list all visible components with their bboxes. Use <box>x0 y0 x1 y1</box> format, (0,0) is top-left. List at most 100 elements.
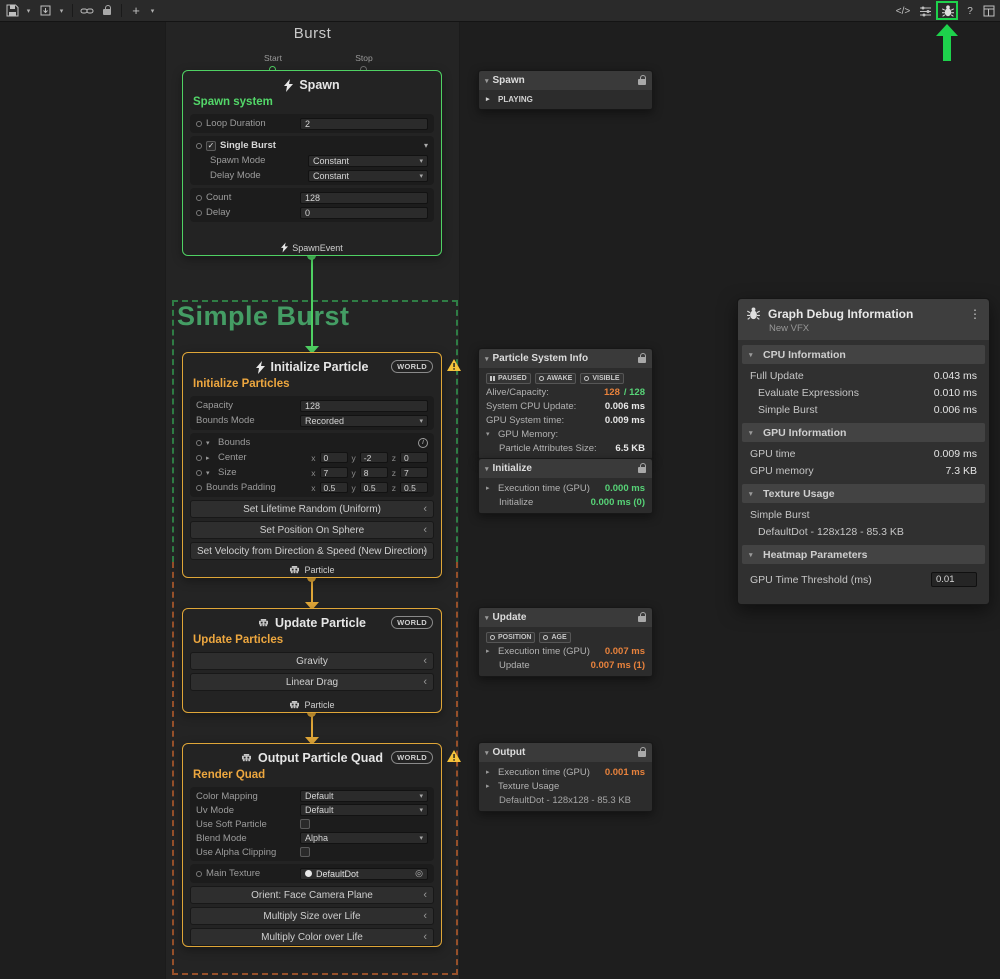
foldout-open-icon[interactable]: ▾ <box>485 749 489 757</box>
foldout-open-icon[interactable]: ▾ <box>206 439 214 447</box>
count-field[interactable]: 128 <box>300 192 428 204</box>
info-icon[interactable]: i <box>418 438 428 448</box>
capacity-field[interactable]: 128 <box>300 400 428 412</box>
foldout-closed-icon[interactable]: ▸ <box>486 484 494 492</box>
output-panel-header[interactable]: ▾ Output <box>479 743 652 762</box>
size-y-field[interactable]: 8 <box>360 467 388 478</box>
update-node-header[interactable]: Update Particle WORLD <box>183 609 441 631</box>
delay-mode-dropdown[interactable]: Constant▾ <box>308 170 428 182</box>
delay-port[interactable] <box>196 210 202 216</box>
world-space-badge[interactable]: WORLD <box>391 751 433 764</box>
foldout-open-icon[interactable]: ▾ <box>749 490 757 498</box>
center-y-field[interactable]: -2 <box>360 452 388 463</box>
world-space-badge[interactable]: WORLD <box>391 616 433 629</box>
system-info-panel-header[interactable]: ▾ Particle System Info <box>479 349 652 368</box>
size-x-field[interactable]: 7 <box>320 467 348 478</box>
single-burst-header-row[interactable]: ✓ Single Burst ▾ <box>190 138 434 153</box>
gpu-memory-row[interactable]: ▾ GPU Memory: <box>479 427 652 441</box>
block-set-velocity[interactable]: Set Velocity from Direction & Speed (New… <box>190 542 434 560</box>
exec-time-row[interactable]: ▸ Execution time (GPU) 0.000 ms <box>479 481 652 495</box>
exec-time-row[interactable]: ▸ Execution time (GPU) 0.001 ms <box>479 765 652 779</box>
compile-dropdown-caret-icon[interactable]: ▾ <box>56 2 67 20</box>
lock-icon[interactable] <box>638 467 646 473</box>
block-set-position[interactable]: Set Position On Sphere‹ <box>190 521 434 539</box>
padding-y-field[interactable]: 0.5 <box>360 482 388 493</box>
link-icon[interactable] <box>78 2 96 20</box>
layout-icon[interactable] <box>980 2 998 20</box>
blend-mode-dropdown[interactable]: Alpha▾ <box>300 832 428 844</box>
collapse-chevron-icon[interactable]: ‹ <box>423 546 427 557</box>
spawn-node-header[interactable]: Spawn <box>183 71 441 93</box>
foldout-open-icon[interactable]: ▾ <box>486 430 494 438</box>
help-icon[interactable]: ? <box>961 2 979 20</box>
foldout-open-icon[interactable]: ▾ <box>485 77 489 85</box>
debug-panel-titlebar[interactable]: Graph Debug Information ⋮ <box>738 299 989 323</box>
main-texture-object-field[interactable]: DefaultDot ◎ <box>300 868 428 880</box>
save-icon[interactable] <box>3 2 21 20</box>
heatmap-parameters-section-header[interactable]: ▾ Heatmap Parameters <box>742 545 985 564</box>
exec-time-row[interactable]: ▸ Execution time (GPU) 0.007 ms <box>479 644 652 658</box>
center-x-field[interactable]: 0 <box>320 452 348 463</box>
compile-icon[interactable] <box>36 2 54 20</box>
collapse-chevron-icon[interactable]: ‹ <box>423 656 427 667</box>
output-node-header[interactable]: Output Particle Quad WORLD <box>183 744 441 766</box>
loop-duration-field[interactable]: 2 <box>300 118 428 130</box>
bounds-port[interactable] <box>196 440 202 446</box>
color-mapping-dropdown[interactable]: Default▾ <box>300 790 428 802</box>
size-z-field[interactable]: 7 <box>400 467 428 478</box>
foldout-closed-icon[interactable]: ▸ <box>486 782 494 790</box>
texture-usage-section-header[interactable]: ▾ Texture Usage <box>742 484 985 503</box>
padding-z-field[interactable]: 0.5 <box>400 482 428 493</box>
foldout-closed-icon[interactable]: ▸ <box>486 647 494 655</box>
texture-usage-row[interactable]: ▸ Texture Usage <box>479 779 652 793</box>
collapse-chevron-icon[interactable]: ‹ <box>423 504 427 515</box>
collapse-chevron-icon[interactable]: ‹ <box>423 677 427 688</box>
warning-icon[interactable] <box>447 749 461 767</box>
filter-settings-icon[interactable] <box>916 2 934 20</box>
foldout-open-icon[interactable]: ▾ <box>485 355 489 363</box>
update-panel-header[interactable]: ▾ Update <box>479 608 652 627</box>
main-texture-port[interactable] <box>196 871 202 877</box>
center-z-field[interactable]: 0 <box>400 452 428 463</box>
collapse-chevron-icon[interactable]: ‹ <box>423 890 427 901</box>
loop-duration-port[interactable] <box>196 121 202 127</box>
gpu-information-section-header[interactable]: ▾ GPU Information <box>742 423 985 442</box>
block-multiply-size[interactable]: Multiply Size over Life‹ <box>190 907 434 925</box>
foldout-closed-icon[interactable]: ▸ <box>486 768 494 776</box>
add-dropdown-caret-icon[interactable]: ▾ <box>147 2 158 20</box>
single-burst-collapse-icon[interactable]: ▾ <box>424 141 428 150</box>
lock-icon[interactable] <box>638 616 646 622</box>
foldout-open-icon[interactable]: ▾ <box>485 614 489 622</box>
spawn-mode-dropdown[interactable]: Constant▾ <box>308 155 428 167</box>
block-set-lifetime[interactable]: Set Lifetime Random (Uniform)‹ <box>190 500 434 518</box>
collapse-chevron-icon[interactable]: ‹ <box>423 911 427 922</box>
foldout-closed-icon[interactable]: ▸ <box>206 454 214 462</box>
initialize-panel-header[interactable]: ▾ Initialize <box>479 459 652 478</box>
count-port[interactable] <box>196 195 202 201</box>
update-particle-output[interactable]: Particle <box>183 700 441 710</box>
lock-icon[interactable] <box>638 79 646 85</box>
foldout-open-icon[interactable]: ▾ <box>749 551 757 559</box>
initialize-particle-output[interactable]: Particle <box>183 565 441 575</box>
single-burst-port[interactable] <box>196 143 202 149</box>
block-multiply-color[interactable]: Multiply Color over Life‹ <box>190 928 434 946</box>
block-gravity[interactable]: Gravity‹ <box>190 652 434 670</box>
uv-mode-dropdown[interactable]: Default▾ <box>300 804 428 816</box>
alpha-clipping-checkbox[interactable] <box>300 847 310 857</box>
size-port[interactable] <box>196 470 202 476</box>
cpu-information-section-header[interactable]: ▾ CPU Information <box>742 345 985 364</box>
foldout-open-icon[interactable]: ▾ <box>749 429 757 437</box>
lock-icon[interactable] <box>98 2 116 20</box>
block-orient[interactable]: Orient: Face Camera Plane‹ <box>190 886 434 904</box>
foldout-open-icon[interactable]: ▾ <box>485 465 489 473</box>
gpu-threshold-input[interactable]: 0.01 <box>931 572 977 587</box>
bounds-padding-port[interactable] <box>196 485 202 491</box>
lock-icon[interactable] <box>638 357 646 363</box>
kebab-menu-icon[interactable]: ⋮ <box>969 307 981 321</box>
add-icon[interactable]: + <box>127 2 145 20</box>
collapse-chevron-icon[interactable]: ‹ <box>423 932 427 943</box>
world-space-badge[interactable]: WORLD <box>391 360 433 373</box>
center-port[interactable] <box>196 455 202 461</box>
block-linear-drag[interactable]: Linear Drag‹ <box>190 673 434 691</box>
lock-icon[interactable] <box>638 751 646 757</box>
